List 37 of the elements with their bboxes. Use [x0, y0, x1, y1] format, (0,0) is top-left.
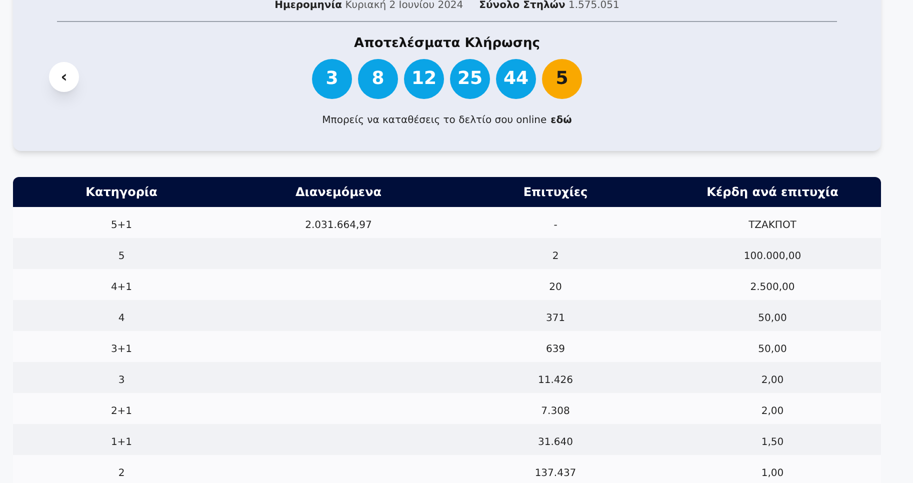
table-cell: 50,00 — [758, 344, 787, 354]
table-cell: 2,00 — [761, 406, 784, 416]
table-cell: 1+1 — [110, 436, 132, 448]
table-cell: 50,00 — [758, 312, 787, 324]
table-cell: 3 — [118, 374, 125, 386]
table-cell: 100.000,00 — [744, 250, 802, 262]
table-cell: 11.426 — [538, 374, 573, 386]
table-cell: 2 — [552, 250, 559, 262]
column-header: Επιτυχίες — [522, 184, 589, 201]
table-cell: 2.500,00 — [750, 282, 795, 292]
table-cell: ΤΖΑΚΠΟΤ — [748, 220, 796, 230]
column-header: Κέρδη ανά επιτυχία — [706, 184, 840, 201]
table-cell: 4 — [118, 312, 125, 324]
table-cell: 639 — [546, 344, 566, 354]
table-cell: 2,00 — [761, 374, 784, 386]
table-cell: 5 — [118, 250, 125, 262]
draw-info: Ημερομηνία Κυριακή 2 Ιουνίου 2024 — [274, 0, 464, 13]
table-cell: - — [554, 220, 558, 230]
column-header: Κατηγορία — [84, 184, 158, 201]
table-cell: 371 — [546, 312, 566, 324]
table-cell: 1,00 — [761, 468, 784, 478]
table-cell: 2.031.664,97 — [305, 220, 372, 230]
table-cell: 2+1 — [110, 406, 132, 416]
table-cell: 3+1 — [110, 344, 132, 354]
table-cell: 7.308 — [541, 406, 570, 416]
online-note: Μπορείς να καταθέσεις το δελτίο σου online — [322, 114, 547, 128]
draw-info: Σύνολο Στηλών 1.575.051 — [479, 0, 620, 13]
table-cell: 20 — [549, 282, 562, 292]
table-cell: 2 — [118, 468, 125, 478]
results-title: Αποτελέσματα Κλήρωσης — [354, 35, 540, 53]
here-link[interactable]: εδώ — [550, 112, 572, 128]
table-cell: 4+1 — [110, 282, 132, 292]
table-cell: 137.437 — [534, 468, 576, 478]
table-cell: 5+1 — [110, 220, 132, 230]
table-cell: 31.640 — [538, 436, 573, 448]
column-header: Διανεμόμενα — [294, 184, 383, 201]
table-cell: 1,50 — [761, 436, 784, 448]
